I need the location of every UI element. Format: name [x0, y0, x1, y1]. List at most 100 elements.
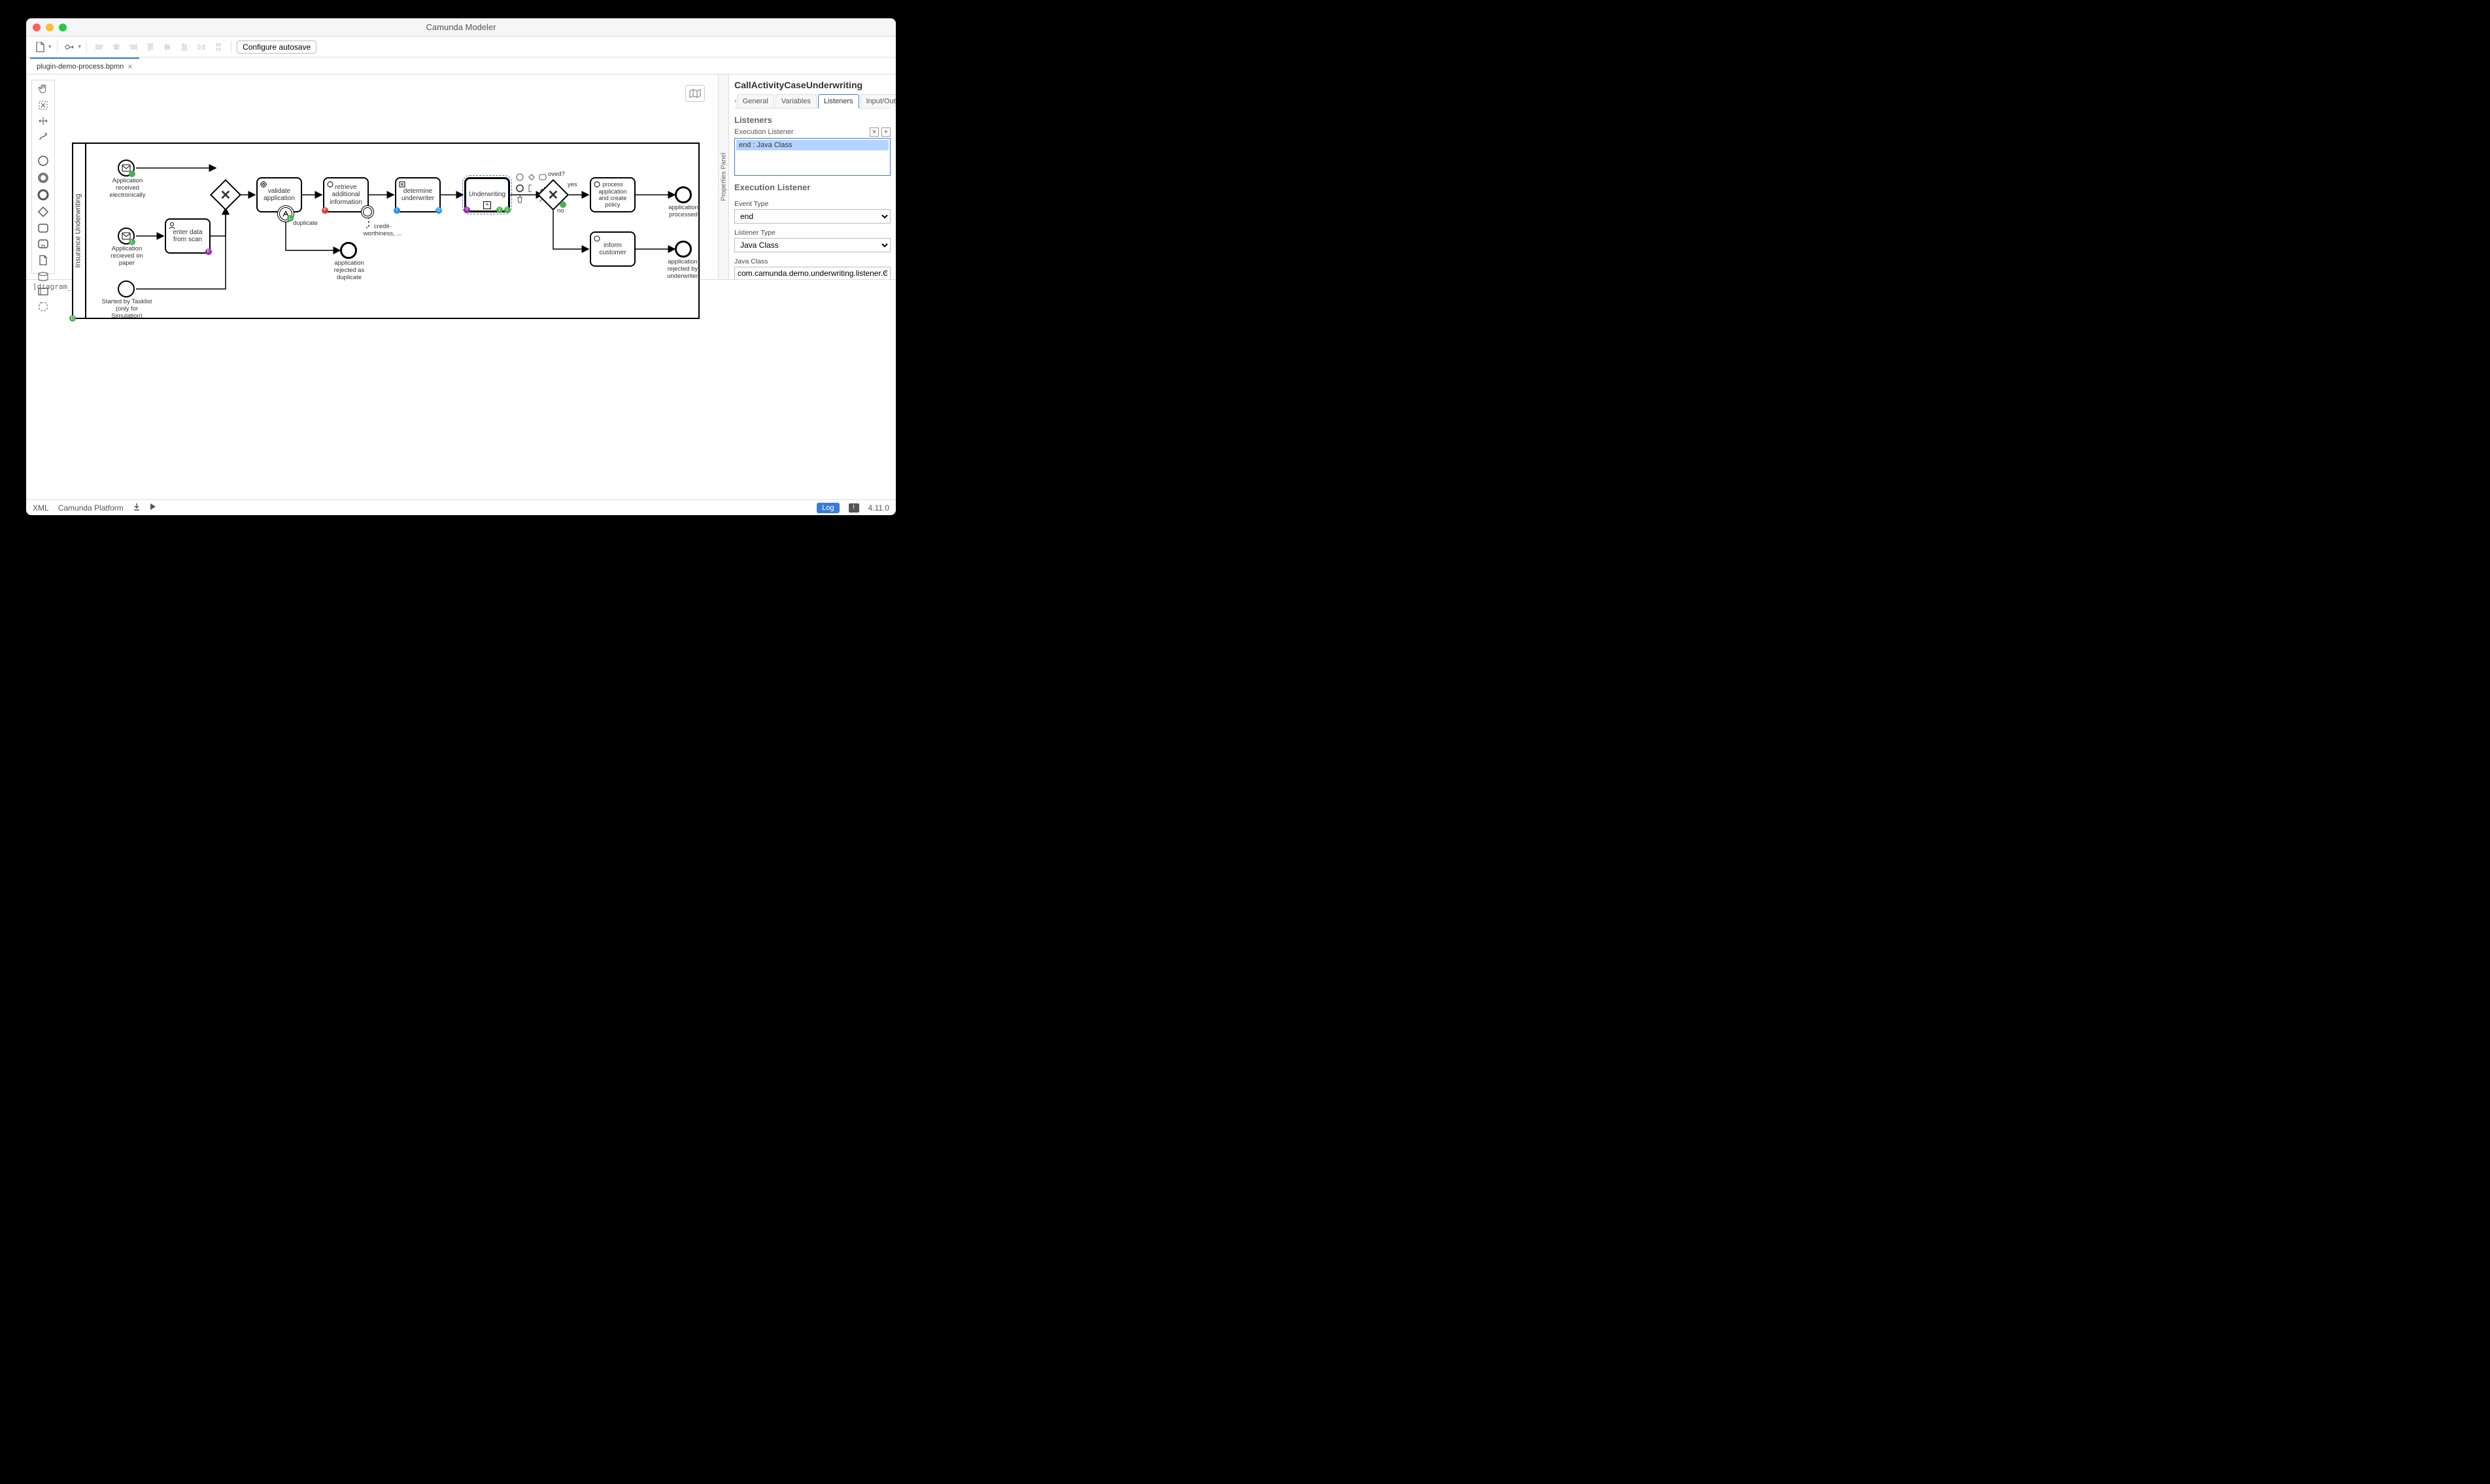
- props-element-name: CallActivityCaseUnderwriting: [734, 80, 891, 90]
- close-tab-icon[interactable]: ×: [128, 61, 133, 71]
- badge-icon: I: [394, 207, 400, 214]
- properties-panel: CallActivityCaseUnderwriting ‹ General V…: [728, 75, 896, 279]
- configure-autosave-button[interactable]: Configure autosave: [237, 41, 316, 54]
- boundary-duplicate[interactable]: L: [277, 205, 294, 222]
- props-tabs: ‹ General Variables Listeners Input/Outp…: [734, 94, 891, 109]
- remove-listener-button[interactable]: ×: [870, 127, 879, 137]
- ctx-trash-icon[interactable]: [515, 195, 524, 204]
- new-file-icon[interactable]: [33, 40, 47, 54]
- participant-icon[interactable]: [36, 287, 50, 296]
- listener-type-select[interactable]: Java Class: [734, 238, 891, 252]
- tab-input-output[interactable]: Input/Output: [861, 94, 896, 108]
- tab-listeners[interactable]: Listeners: [818, 94, 859, 109]
- pool-label: Insurance Underwriting: [72, 143, 86, 319]
- add-listener-button[interactable]: +: [881, 127, 891, 137]
- align-right-icon[interactable]: [126, 40, 141, 54]
- subprocess-icon[interactable]: [36, 239, 50, 249]
- xml-view-toggle[interactable]: XML: [33, 503, 49, 513]
- yes-label: yes: [568, 182, 577, 189]
- diagram-canvas[interactable]: Insurance Underwriting: [60, 80, 713, 274]
- listener-list-item[interactable]: end : Java Class: [736, 140, 889, 150]
- connect-tool-icon[interactable]: [36, 131, 50, 142]
- start-event-tasklist[interactable]: [118, 280, 135, 297]
- palette: [31, 80, 55, 274]
- ctx-end-event-icon[interactable]: [515, 184, 524, 193]
- gateway-approved[interactable]: ✕: [542, 184, 564, 206]
- warning-indicator-icon[interactable]: !: [849, 503, 859, 513]
- properties-panel-toggle[interactable]: Properties Panel: [718, 75, 728, 279]
- align-top-icon[interactable]: [143, 40, 158, 54]
- java-class-label: Java Class: [734, 258, 891, 265]
- task-label: Underwriting: [469, 191, 505, 199]
- data-store-icon[interactable]: [36, 271, 50, 282]
- hand-tool-icon[interactable]: [36, 83, 50, 95]
- align-left-icon[interactable]: [92, 40, 107, 54]
- section-listeners-heading: Listeners: [734, 115, 891, 125]
- align-bottom-icon[interactable]: [177, 40, 192, 54]
- badge-icon: E: [205, 248, 212, 255]
- badge-icon: V: [496, 207, 503, 213]
- task-label: determine underwriter: [399, 188, 437, 203]
- intermediate-event-icon[interactable]: [36, 172, 50, 184]
- gateway-merge[interactable]: ✕: [214, 184, 237, 206]
- align-middle-icon[interactable]: [160, 40, 175, 54]
- file-tab[interactable]: plugin-demo-process.bpmn ×: [30, 58, 139, 74]
- end3-label: application rejected by underwriter: [662, 259, 704, 280]
- data-object-icon[interactable]: [36, 254, 50, 266]
- java-class-input[interactable]: [734, 267, 891, 279]
- task-inform-customer[interactable]: inform customer: [590, 231, 636, 267]
- platform-label: Camunda Platform: [58, 503, 124, 513]
- end-event-duplicate[interactable]: [340, 242, 357, 259]
- task-label: validate application: [260, 188, 298, 203]
- log-toggle-button[interactable]: Log: [817, 503, 839, 513]
- app-window: Camunda Modeler ▾ ▾ Configure autosave p…: [26, 18, 896, 515]
- event-type-select[interactable]: end: [734, 209, 891, 224]
- expand-subprocess-icon[interactable]: +: [483, 201, 491, 209]
- minimap-toggle[interactable]: [685, 85, 705, 102]
- duplicate-label: duplicate: [293, 220, 318, 228]
- badge-icon: O: [435, 207, 442, 214]
- ctx-task-icon[interactable]: [538, 173, 547, 182]
- status-bar: XML Camunda Platform Log ! 4.11.0: [26, 499, 896, 515]
- group-icon[interactable]: [36, 301, 50, 312]
- clear-java-class-button[interactable]: ×: [883, 268, 888, 277]
- distribute-v-icon[interactable]: [211, 40, 226, 54]
- badge-icon: [129, 171, 135, 177]
- boundary-credit[interactable]: [361, 205, 374, 218]
- tab-variables[interactable]: Variables: [776, 94, 817, 108]
- execution-listener-list[interactable]: end : Java Class: [734, 138, 891, 176]
- deploy-status-icon[interactable]: [133, 503, 141, 513]
- toolbar: ▾ ▾ Configure autosave: [26, 37, 896, 58]
- ctx-annotation-icon[interactable]: [527, 184, 536, 193]
- end-event-icon[interactable]: [36, 189, 50, 201]
- end2-label: application processed: [665, 205, 702, 219]
- deploy-icon[interactable]: [63, 40, 77, 54]
- task-underwriting-selected[interactable]: Underwriting + V L V: [464, 177, 510, 212]
- pool[interactable]: Insurance Underwriting: [72, 143, 700, 319]
- distribute-h-icon[interactable]: [194, 40, 209, 54]
- gateway-icon[interactable]: [36, 206, 50, 218]
- tab-general[interactable]: General: [737, 94, 774, 108]
- titlebar: Camunda Modeler: [26, 18, 896, 37]
- task-icon[interactable]: [36, 223, 50, 233]
- task-determine[interactable]: determine underwriter I O: [395, 177, 441, 212]
- space-tool-icon[interactable]: [36, 116, 50, 126]
- end1-label: application rejected as duplicate: [330, 260, 369, 282]
- align-center-icon[interactable]: [109, 40, 124, 54]
- window-title: Camunda Modeler: [26, 22, 896, 32]
- start1-label: Application received electronically: [106, 178, 149, 199]
- listener-type-label: Listener Type: [734, 229, 891, 237]
- lasso-tool-icon[interactable]: [36, 100, 50, 110]
- tab-strip: plugin-demo-process.bpmn ×: [26, 58, 896, 75]
- run-status-icon[interactable]: [150, 503, 156, 513]
- end-event-rejected[interactable]: [675, 241, 692, 258]
- approved-label: oved?: [548, 171, 565, 178]
- start-event-paper[interactable]: L: [118, 228, 135, 245]
- task-process-policy[interactable]: process application and create policy: [590, 177, 636, 212]
- task-enter-data[interactable]: enter data from scan E: [165, 218, 211, 254]
- end-event-processed[interactable]: [675, 186, 692, 203]
- start-event-icon[interactable]: [36, 155, 50, 167]
- ctx-start-event-icon[interactable]: [515, 173, 524, 182]
- start-event-electronic[interactable]: [118, 160, 135, 177]
- ctx-gateway-icon[interactable]: [527, 173, 536, 182]
